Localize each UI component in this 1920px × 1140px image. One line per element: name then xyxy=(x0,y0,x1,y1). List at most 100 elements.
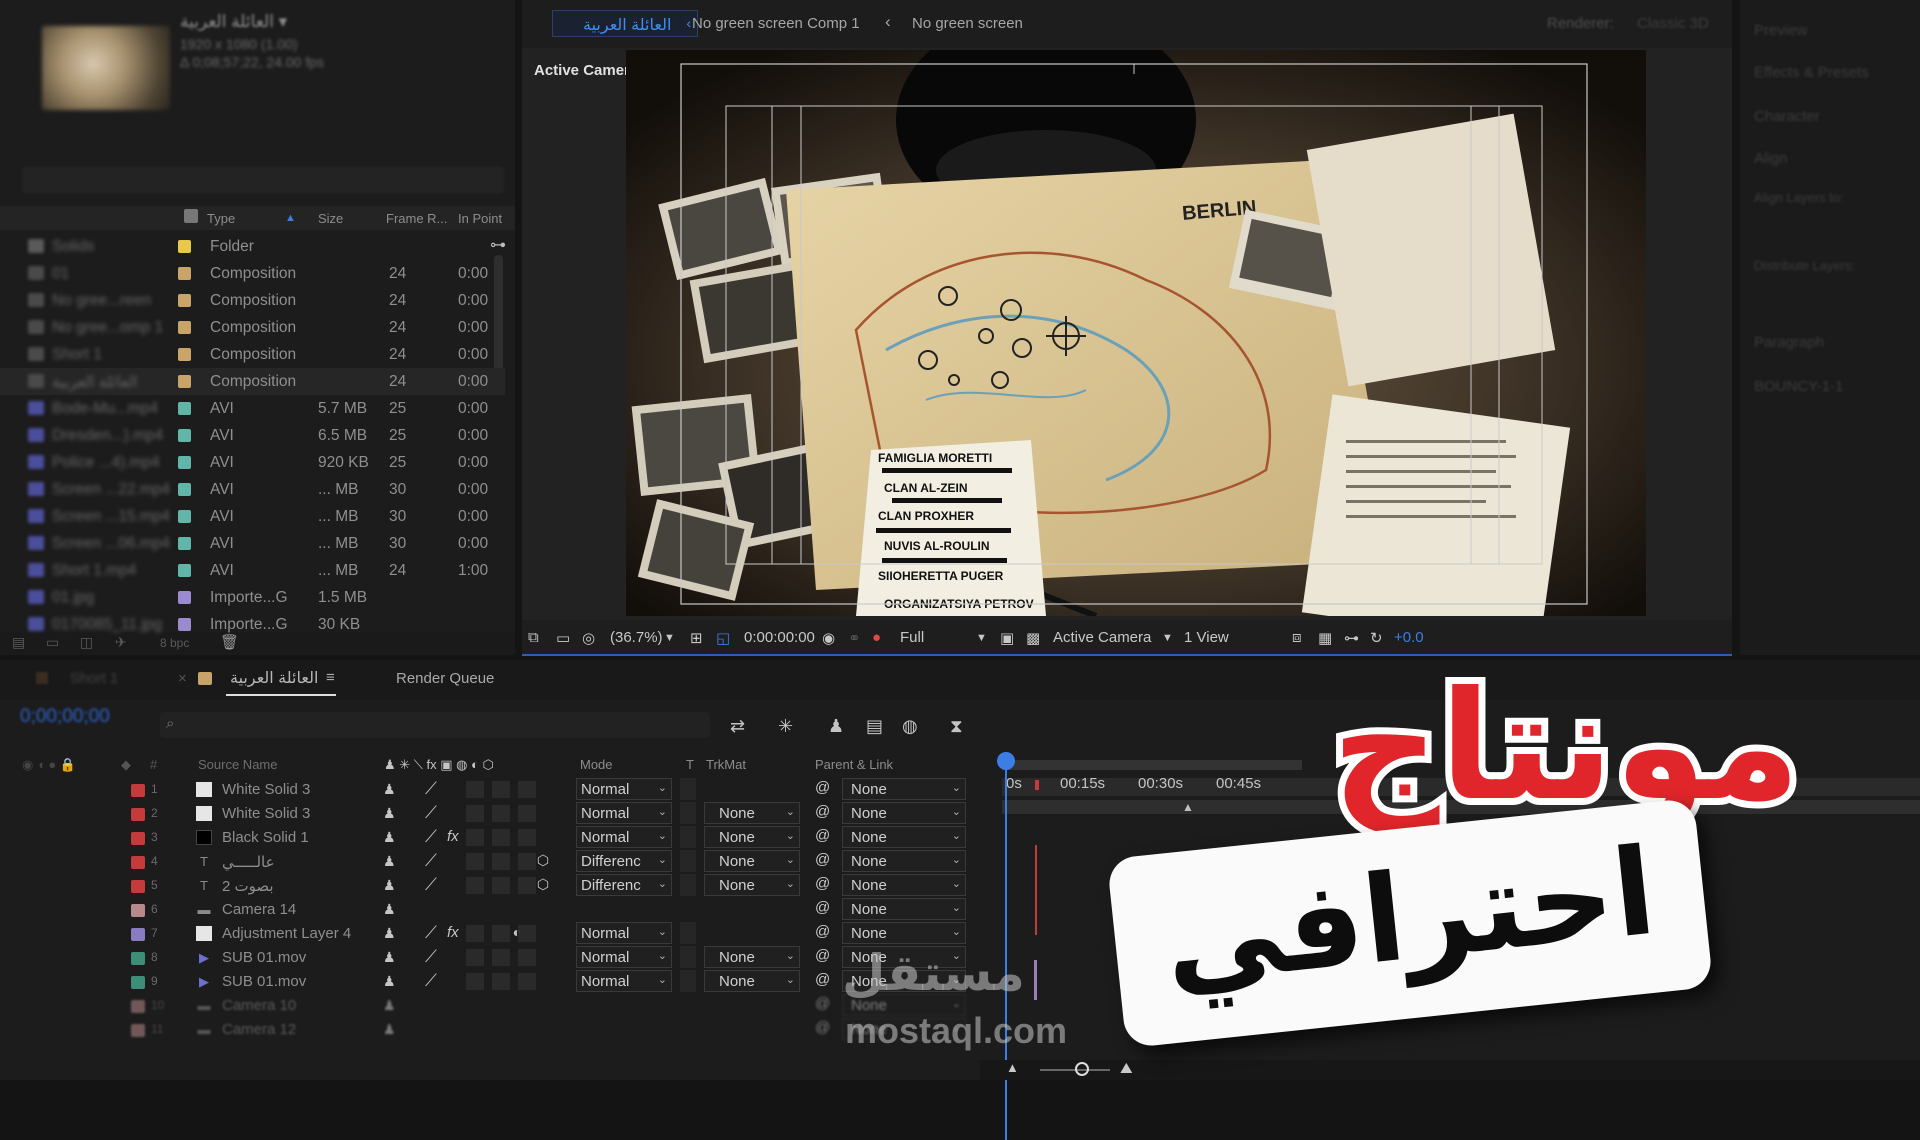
pickwhip-icon[interactable]: @ xyxy=(815,827,830,844)
quality-icon[interactable]: ⟋ xyxy=(425,923,437,943)
panel-paragraph[interactable]: Paragraph xyxy=(1754,334,1824,351)
bpc-label[interactable]: 8 bpc xyxy=(160,636,189,650)
preserve-transparency-box[interactable] xyxy=(680,874,696,896)
shy-icon[interactable]: ♟ xyxy=(383,973,396,990)
always-preview-icon[interactable]: ⧉ xyxy=(528,629,539,646)
timeline-search-input[interactable]: ⌕ xyxy=(160,712,710,738)
trkmat-select[interactable]: None ⌄ xyxy=(704,850,800,872)
blend-mode-select[interactable]: Normal ⌄ xyxy=(576,802,672,824)
layer-source-name[interactable]: White Solid 3 xyxy=(222,781,310,798)
switch-box[interactable] xyxy=(492,781,510,798)
trkmat-select[interactable]: None ⌄ xyxy=(704,826,800,848)
fx-icon[interactable]: fx xyxy=(447,924,459,941)
flowchart-icon[interactable]: ⊶ xyxy=(1344,629,1359,647)
transparency-grid-icon[interactable]: ▩ xyxy=(1026,629,1040,647)
av-features-icon[interactable]: ◉ ◖ ● 🔒 xyxy=(22,757,76,773)
layer-label-color[interactable] xyxy=(131,976,145,989)
project-item-row[interactable]: Screen ...06.mp4 AVI ... MB 30 0:00 xyxy=(0,530,505,557)
col-type[interactable]: Type xyxy=(207,211,235,226)
project-item-row[interactable]: 01 Composition 24 0:00 xyxy=(0,260,505,287)
breadcrumb-comp-2[interactable]: No green screen xyxy=(912,15,1023,32)
frame-blend-icon[interactable]: ▤ xyxy=(866,716,883,737)
layer-row[interactable]: 5 T 2 بصوت ♟ ⟋ ⬡ Differenc ⌄ None ⌄ @ None ⌄ xyxy=(0,874,980,898)
label-color-swatch[interactable] xyxy=(178,564,191,577)
blend-mode-select[interactable]: Differenc ⌄ xyxy=(576,874,672,896)
layer-label-color[interactable] xyxy=(131,856,145,869)
chevron-down-icon[interactable]: ▼ xyxy=(976,632,987,644)
switch-box[interactable] xyxy=(466,925,484,942)
project-item-row[interactable]: No gree...omp 1 Composition 24 0:00 xyxy=(0,314,505,341)
trkmat-select[interactable]: None ⌄ xyxy=(704,970,800,992)
layer-source-name[interactable]: 2 بصوت xyxy=(222,877,274,895)
layer-row[interactable]: 1 White Solid 3 ♟ ⟋ Normal ⌄ @ None ⌄ xyxy=(0,778,980,802)
tab-composition[interactable]: العائلة العربية ‹ xyxy=(552,10,698,37)
switch-box[interactable] xyxy=(492,877,510,894)
parent-select[interactable]: None ⌄ xyxy=(842,874,966,896)
preserve-transparency-box[interactable] xyxy=(680,802,696,824)
layer-source-name[interactable]: Camera 12 xyxy=(222,1021,296,1038)
parent-select[interactable]: None ⌄ xyxy=(842,898,966,920)
pickwhip-icon[interactable]: @ xyxy=(815,803,830,820)
pickwhip-icon[interactable]: @ xyxy=(815,1019,830,1036)
quality-icon[interactable]: ⟋ xyxy=(425,827,437,847)
switch-box[interactable] xyxy=(492,805,510,822)
layer-row[interactable]: 10 ▬ Camera 10 ♟ @ None ⌄ xyxy=(0,994,980,1018)
zoom-in-icon[interactable]: ⛰ xyxy=(1120,1060,1133,1077)
label-color-swatch[interactable] xyxy=(178,591,191,604)
switch-box[interactable] xyxy=(518,973,536,990)
resolution-select[interactable]: Full xyxy=(900,629,924,646)
switch-box[interactable] xyxy=(492,973,510,990)
parent-select[interactable]: None ⌄ xyxy=(842,826,966,848)
preserve-transparency-box[interactable] xyxy=(680,778,696,800)
label-color-swatch[interactable] xyxy=(178,267,191,280)
3d-layer-icon[interactable]: ⬡ xyxy=(534,852,552,869)
pickwhip-icon[interactable]: @ xyxy=(815,875,830,892)
shy-icon[interactable]: ♟ xyxy=(383,949,396,966)
project-item-row[interactable]: Bode-Mu...mp4 AVI 5.7 MB 25 0:00 xyxy=(0,395,505,422)
layer-label-color[interactable] xyxy=(131,1024,145,1037)
layer-row[interactable]: 9 ▶ SUB 01.mov ♟ ⟋ Normal ⌄ None ⌄ @ None ⌄ xyxy=(0,970,980,994)
switch-box[interactable] xyxy=(466,805,484,822)
trkmat-select[interactable]: None ⌄ xyxy=(704,802,800,824)
label-color-swatch[interactable] xyxy=(178,537,191,550)
graph-editor-icon[interactable]: ⧗ xyxy=(950,716,963,737)
project-item-row[interactable]: No gree...reen Composition 24 0:00 xyxy=(0,287,505,314)
shy-icon[interactable]: ♟ xyxy=(383,925,396,942)
label-color-swatch[interactable] xyxy=(178,456,191,469)
switch-box[interactable] xyxy=(466,829,484,846)
parent-select[interactable]: None ⌄ xyxy=(842,922,966,944)
blend-mode-select[interactable]: Normal ⌄ xyxy=(576,922,672,944)
channel-icon[interactable]: ● xyxy=(872,629,881,646)
layer-label-color[interactable] xyxy=(131,952,145,965)
switch-box[interactable] xyxy=(518,781,536,798)
pickwhip-icon[interactable]: @ xyxy=(815,923,830,940)
layer-row[interactable]: 7 Adjustment Layer 4 ♟ ⟋ fx ◐ Normal ⌄ @ None ⌄ xyxy=(0,922,980,946)
col-in-point[interactable]: In Point xyxy=(458,211,502,226)
switch-box[interactable] xyxy=(492,949,510,966)
preserve-transparency-box[interactable] xyxy=(680,826,696,848)
layer-row[interactable]: 8 ▶ SUB 01.mov ♟ ⟋ Normal ⌄ None ⌄ @ None ⌄ xyxy=(0,946,980,970)
marker-icon[interactable]: ▲ xyxy=(1182,800,1194,814)
trkmat-select[interactable]: None ⌄ xyxy=(704,946,800,968)
grid-icon[interactable]: ⊞ xyxy=(690,629,703,647)
panel-character[interactable]: Character xyxy=(1754,108,1820,125)
panel-align[interactable]: Align xyxy=(1754,150,1787,167)
preserve-transparency-box[interactable] xyxy=(680,970,696,992)
layer-label-color[interactable] xyxy=(131,904,145,917)
shy-icon[interactable]: ♟ xyxy=(383,805,396,822)
shy-icon[interactable]: ♟ xyxy=(383,1021,396,1038)
quality-icon[interactable]: ⟋ xyxy=(425,971,437,991)
switch-box[interactable] xyxy=(466,973,484,990)
project-selected-title[interactable]: العائلة العربية ▾ xyxy=(180,12,287,32)
shy-icon[interactable]: ♟ xyxy=(383,853,396,870)
chevron-down-icon[interactable]: ▼ xyxy=(664,632,675,644)
switch-box[interactable] xyxy=(466,853,484,870)
preserve-transparency-box[interactable] xyxy=(680,850,696,872)
shy-icon[interactable]: ♟ xyxy=(383,997,396,1014)
pickwhip-icon[interactable]: @ xyxy=(815,995,830,1012)
switch-box[interactable] xyxy=(518,949,536,966)
blend-mode-select[interactable]: Differenc ⌄ xyxy=(576,850,672,872)
project-search-input[interactable] xyxy=(22,166,504,194)
switch-box[interactable] xyxy=(492,829,510,846)
label-color-swatch[interactable] xyxy=(178,321,191,334)
